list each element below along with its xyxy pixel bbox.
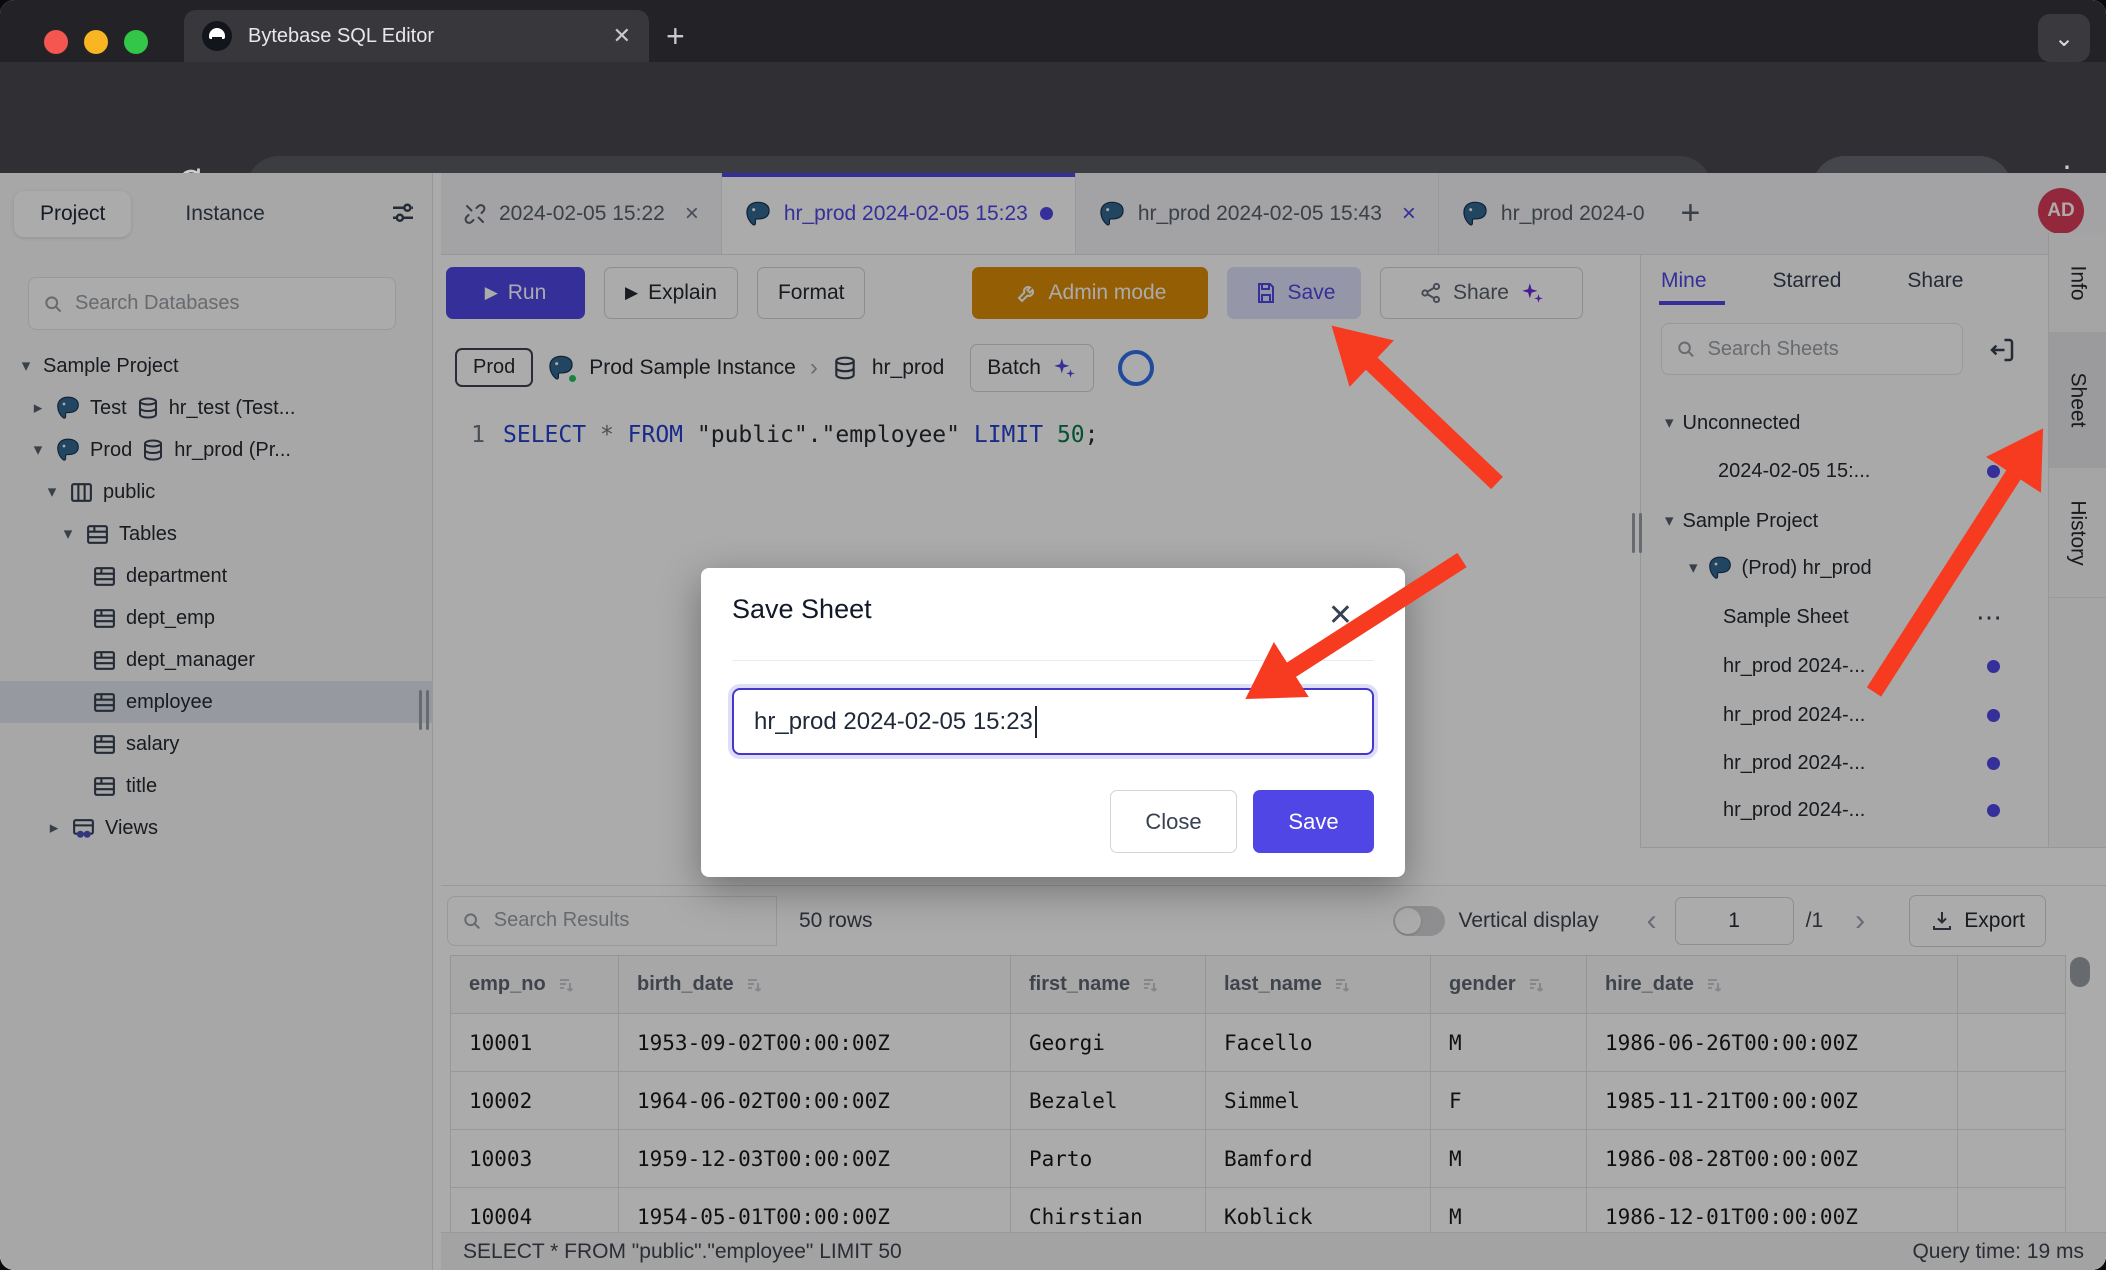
close-button[interactable]: Close xyxy=(1110,790,1237,853)
browser-tab[interactable]: Bytebase SQL Editor ✕ xyxy=(184,10,649,62)
browser-chrome: Bytebase SQL Editor ✕ + ⌄ ← → localhost:… xyxy=(0,0,2106,173)
close-tab-icon[interactable]: ✕ xyxy=(613,23,631,49)
text-cursor xyxy=(1035,706,1037,738)
maximize-window-button[interactable] xyxy=(124,30,148,54)
close-window-button[interactable] xyxy=(44,30,68,54)
minimize-window-button[interactable] xyxy=(84,30,108,54)
dialog-title: Save Sheet xyxy=(732,594,872,625)
save-confirm-button[interactable]: Save xyxy=(1253,790,1374,853)
browser-window: Bytebase SQL Editor ✕ + ⌄ ← → localhost:… xyxy=(0,0,2106,1270)
sheet-name-input[interactable]: hr_prod 2024-02-05 15:23 xyxy=(732,688,1374,755)
browser-toolbar: ← → localhost:8080/sql-editor/prod-sampl… xyxy=(0,62,2106,173)
dialog-divider xyxy=(732,660,1374,661)
browser-tab-title: Bytebase SQL Editor xyxy=(248,25,434,48)
tab-search-chevron-button[interactable]: ⌄ xyxy=(2038,14,2090,62)
save-sheet-dialog: Save Sheet ✕ hr_prod 2024-02-05 15:23 Cl… xyxy=(701,568,1405,877)
new-tab-button[interactable]: + xyxy=(666,20,685,52)
close-dialog-icon[interactable]: ✕ xyxy=(1328,598,1353,633)
bytebase-favicon-icon xyxy=(202,21,232,51)
